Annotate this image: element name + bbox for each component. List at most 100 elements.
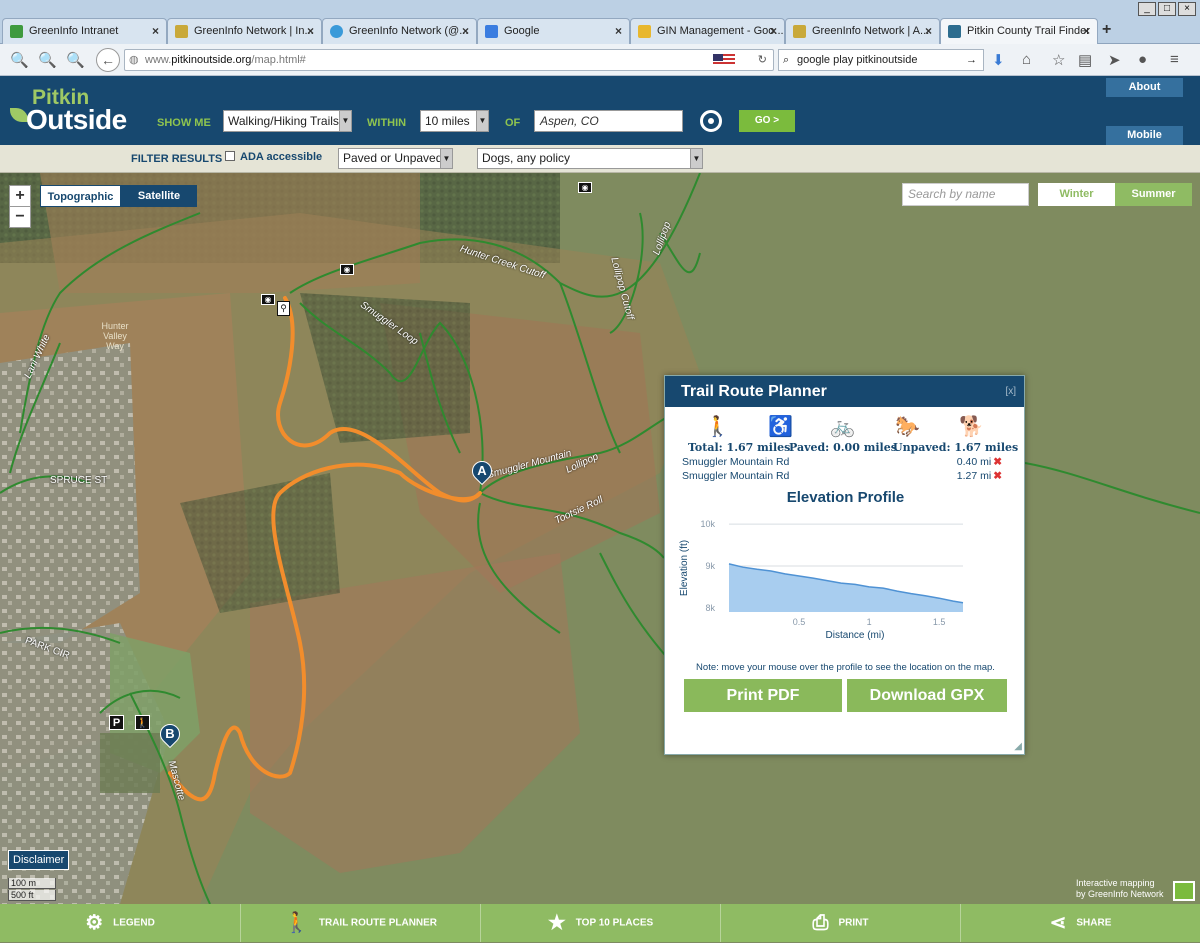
close-tab-icon[interactable]: × (925, 19, 932, 43)
chevron-down-icon: ▼ (440, 149, 452, 168)
remove-segment-icon[interactable]: ✖ (993, 456, 1002, 468)
trail-route-planner-panel: Trail Route Planner [x] 🚶 ♿ 🚲 🐎 🐕 Total:… (664, 375, 1025, 755)
back-arrow-icon[interactable]: ← (96, 48, 120, 72)
y-tick-label: 9k (705, 561, 715, 571)
zoom-in-icon[interactable]: 🔍 (38, 51, 57, 69)
basemap-satellite-button[interactable]: Satellite (121, 185, 197, 207)
share-label: SHARE (1076, 917, 1112, 929)
activity-select[interactable]: Walking/Hiking Trails ▼ (223, 110, 352, 132)
trail-route-planner-button[interactable]: 🚶 TRAIL ROUTE PLANNER (240, 904, 480, 942)
send-icon[interactable]: ➤ (1108, 51, 1121, 69)
distance-select[interactable]: 10 miles ▼ (420, 110, 489, 132)
browser-search-input[interactable]: ⌕ google play pitkinoutside → (778, 49, 984, 71)
of-label: OF (505, 117, 521, 129)
close-window-icon[interactable]: × (1178, 2, 1196, 16)
wheelchair-icon[interactable]: ♿ (768, 414, 793, 439)
close-tab-icon[interactable]: × (152, 19, 159, 43)
search-icon: ⌕ (783, 54, 790, 66)
planner-close-button[interactable]: [x] (1005, 376, 1016, 407)
elevation-profile-title: Elevation Profile (786, 489, 905, 506)
print-button[interactable]: ⎙ PRINT (720, 904, 960, 942)
favicon-icon (793, 25, 806, 38)
parking-icon[interactable]: P (109, 715, 124, 730)
share-button[interactable]: ⋖ SHARE (960, 904, 1200, 942)
go-button[interactable]: GO > (739, 110, 795, 132)
bookmarks-list-icon[interactable]: ▤ (1078, 51, 1092, 69)
x-tick-label: 1 (867, 617, 872, 627)
close-tab-icon[interactable]: × (615, 19, 622, 43)
tab-label: GreenInfo Network (@... (349, 25, 469, 37)
greeninfo-logo-icon[interactable] (1173, 881, 1195, 901)
bottom-toolbar: ⚙ LEGEND 🚶 TRAIL ROUTE PLANNER ★ TOP 10 PLA… (0, 904, 1200, 942)
ada-checkbox[interactable] (225, 151, 235, 161)
zoom-in-button[interactable]: + (9, 185, 31, 207)
close-tab-icon[interactable]: × (770, 19, 777, 43)
menu-icon[interactable]: ≡ (1170, 51, 1179, 68)
trailhead-hiker-icon[interactable]: 🚶 (135, 715, 150, 730)
remove-segment-icon[interactable]: ✖ (993, 470, 1002, 482)
favicon-icon (10, 25, 23, 38)
zoom-out-icon[interactable]: 🔍 (66, 51, 85, 69)
credit-line-2: by GreenInfo Network (1076, 889, 1164, 899)
bookmark-star-icon[interactable]: ☆ (1052, 51, 1065, 69)
download-gpx-button[interactable]: Download GPX (847, 679, 1007, 712)
mobile-button[interactable]: Mobile (1106, 126, 1183, 145)
tab-label: GreenInfo Network | In... (194, 25, 314, 37)
favicon-icon (175, 25, 188, 38)
print-pdf-button[interactable]: Print PDF (684, 679, 842, 712)
reload-icon[interactable]: ↻ (758, 50, 767, 70)
surface-select[interactable]: Paved or Unpaved ▼ (338, 148, 453, 169)
minimize-icon[interactable]: _ (1138, 2, 1156, 16)
browser-tab[interactable]: GreenInfo Intranet × (2, 18, 167, 44)
planner-titlebar: Trail Route Planner [x] (665, 376, 1024, 407)
twitter-bird-icon (330, 25, 343, 38)
location-input[interactable]: Aspen, CO (534, 110, 683, 132)
disclaimer-button[interactable]: Disclaimer (8, 850, 70, 870)
hiker-icon[interactable]: 🚶 (705, 414, 730, 439)
browser-tab-active[interactable]: Pitkin County Trail Finder × (940, 18, 1098, 44)
zoom-out-button[interactable]: − (9, 206, 31, 228)
gear-icon: ⚙ (85, 912, 104, 934)
about-button[interactable]: About (1106, 78, 1183, 97)
legend-button[interactable]: ⚙ LEGEND (0, 904, 240, 942)
home-icon[interactable]: ⌂ (1022, 51, 1031, 68)
horse-icon[interactable]: 🐎 (895, 414, 920, 439)
pin-icon[interactable]: ⚲ (277, 301, 290, 316)
map-credit[interactable]: Interactive mapping by GreenInfo Network (1076, 878, 1164, 900)
elevation-chart[interactable]: 8k 9k 10k 0.5 1 1.5 Distance (mi) Elevation (… (673, 512, 973, 652)
close-tab-icon[interactable]: × (462, 19, 469, 43)
chat-icon[interactable]: ● (1138, 51, 1147, 68)
zoom-reset-icon[interactable]: 🔍 (10, 51, 29, 69)
camera-icon[interactable]: ◉ (261, 294, 275, 305)
top-10-places-button[interactable]: ★ TOP 10 PLACES (480, 904, 720, 942)
bicycle-icon[interactable]: 🚲 (830, 414, 855, 439)
camera-icon[interactable]: ◉ (340, 264, 354, 275)
browser-tab[interactable]: GreenInfo Network | A... × (785, 18, 940, 44)
browser-tab[interactable]: Google × (477, 18, 630, 44)
season-winter-button[interactable]: Winter (1038, 183, 1115, 206)
print-label: PRINT (838, 917, 869, 929)
new-tab-icon[interactable]: + (1102, 21, 1111, 39)
address-bar[interactable]: ◍ www.pitkinoutside.org/map.html# ↻ (124, 49, 774, 71)
resize-handle-icon[interactable]: ◢ (1014, 741, 1022, 752)
map-canvas[interactable]: Hunter Creek Cutoff Lollipop Lollipop Cu… (0, 173, 1200, 904)
chevron-down-icon: ▼ (339, 111, 351, 131)
tab-label: GreenInfo Intranet (29, 25, 119, 37)
basemap-topographic-button[interactable]: Topographic (40, 185, 121, 207)
close-tab-icon[interactable]: × (1083, 19, 1090, 43)
go-arrow-icon[interactable]: → (966, 50, 977, 70)
season-summer-button[interactable]: Summer (1115, 183, 1192, 206)
browser-tab[interactable]: GreenInfo Network (@... × (322, 18, 477, 44)
camera-icon[interactable]: ◉ (578, 182, 592, 193)
maximize-icon[interactable]: □ (1158, 2, 1176, 16)
browser-tab[interactable]: GIN Management - Goo... × (630, 18, 785, 44)
browser-tab[interactable]: GreenInfo Network | In... × (167, 18, 322, 44)
elevation-area[interactable] (729, 563, 963, 612)
dog-icon[interactable]: 🐕 (959, 414, 984, 439)
dogs-select[interactable]: Dogs, any policy ▼ (477, 148, 703, 169)
trail-search-input[interactable]: Search by name (902, 183, 1029, 206)
paved-distance: Paved: 0.00 miles (789, 441, 897, 454)
download-icon[interactable]: ⬇ (992, 51, 1005, 69)
geolocate-icon[interactable] (700, 110, 722, 132)
close-tab-icon[interactable]: × (307, 19, 314, 43)
